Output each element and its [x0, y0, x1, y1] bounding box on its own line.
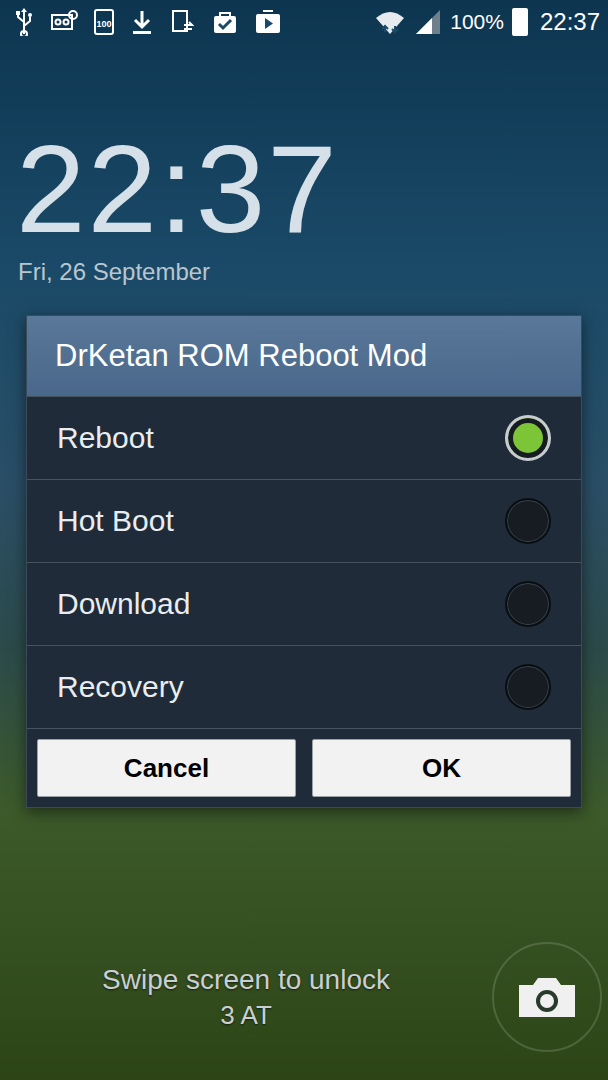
notification-icons: 100: [14, 8, 282, 36]
option-radio[interactable]: [505, 664, 551, 710]
signal-icon: [414, 8, 442, 36]
option-label[interactable]: Recovery: [57, 667, 184, 707]
battery-icon: [512, 8, 528, 36]
reboot-dialog: DrKetan ROM Reboot Mod Reboot Hot Boot Down…: [26, 315, 582, 808]
reboot-option[interactable]: Hot Boot: [27, 479, 581, 562]
option-label[interactable]: Download: [57, 584, 190, 624]
option-label[interactable]: Hot Boot: [57, 501, 174, 541]
status-bar: 100 100% 22:37: [0, 0, 608, 44]
lock-clock: 22:37: [0, 126, 608, 251]
option-radio[interactable]: [505, 581, 551, 627]
camera-shortcut[interactable]: [492, 942, 602, 1052]
battery-percent: 100%: [450, 7, 504, 37]
wallpaper-space: [0, 808, 608, 942]
lock-screen: 100 100% 22:37 22:37 Fri, 26 September DrKeta…: [0, 0, 608, 1080]
reboot-option[interactable]: Download: [27, 562, 581, 645]
unlock-hint: Swipe screen to unlock: [102, 962, 390, 998]
battery-fill: [514, 10, 526, 34]
system-icons: 100% 22:37: [374, 7, 600, 37]
sync-doc-icon: [170, 9, 196, 35]
option-label[interactable]: Reboot: [57, 418, 154, 458]
lock-bottom: Swipe screen to unlock3 AT: [0, 942, 608, 1080]
battery-notification-icon: 100: [94, 9, 114, 35]
option-radio[interactable]: [505, 498, 551, 544]
unlock-hint-area[interactable]: Swipe screen to unlock3 AT: [0, 962, 492, 1032]
option-radio[interactable]: [505, 415, 551, 461]
reboot-option[interactable]: Reboot: [27, 396, 581, 479]
voicemail-icon: [50, 9, 78, 35]
status-time: 22:37: [540, 7, 600, 37]
store-bag-icon: [212, 9, 238, 35]
usb-icon: [14, 8, 34, 36]
download-icon: [130, 9, 154, 35]
reboot-option[interactable]: Recovery: [27, 645, 581, 728]
camera-icon: [515, 973, 579, 1021]
wifi-icon: [374, 8, 406, 36]
ok-button[interactable]: OK: [312, 739, 571, 797]
dialog-buttons: Cancel OK: [27, 728, 581, 807]
carrier-name: 3 AT: [220, 998, 272, 1032]
dialog-title: DrKetan ROM Reboot Mod: [27, 316, 581, 396]
battery-notification-label: 100: [96, 19, 111, 29]
lock-date: Fri, 26 September: [0, 257, 608, 287]
play-store-icon: [254, 9, 282, 35]
cancel-button[interactable]: Cancel: [37, 739, 296, 797]
